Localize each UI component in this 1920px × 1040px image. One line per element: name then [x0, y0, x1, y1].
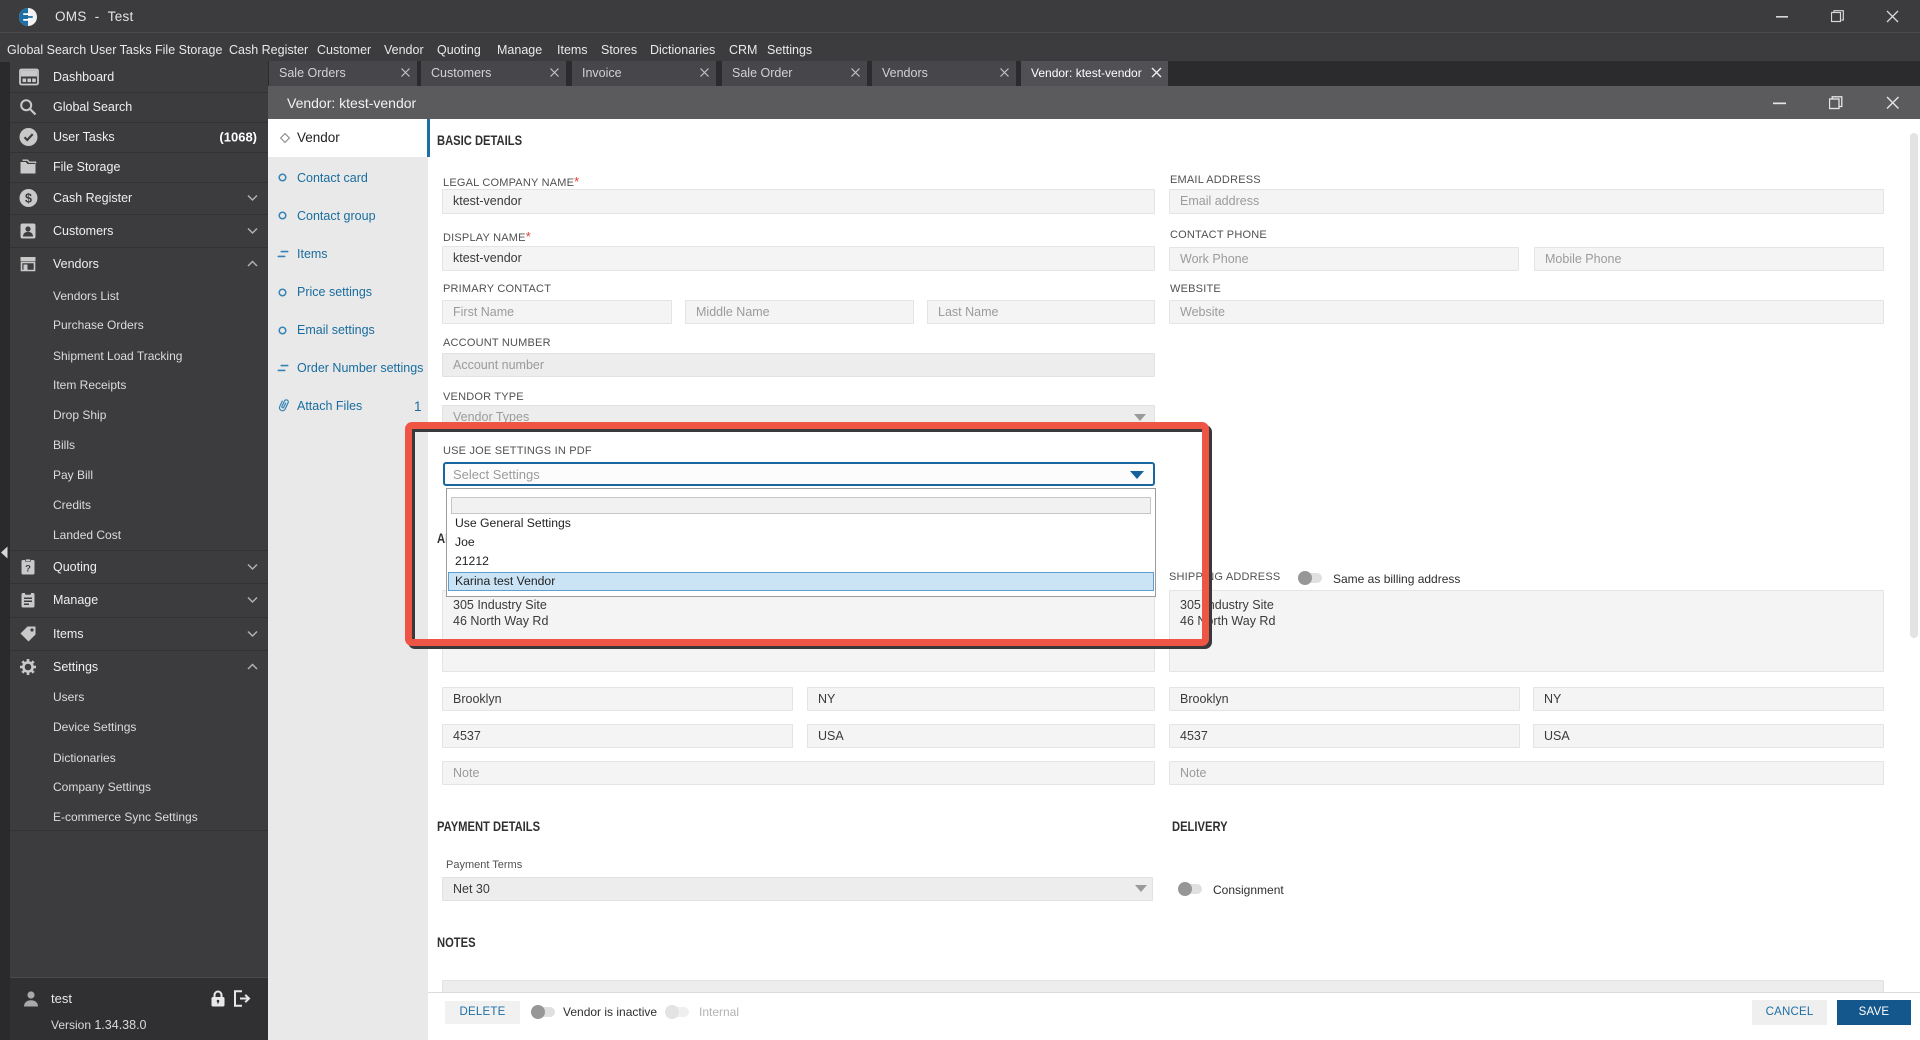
svg-text:?: ? [25, 563, 31, 574]
svg-text:$: $ [25, 192, 32, 206]
